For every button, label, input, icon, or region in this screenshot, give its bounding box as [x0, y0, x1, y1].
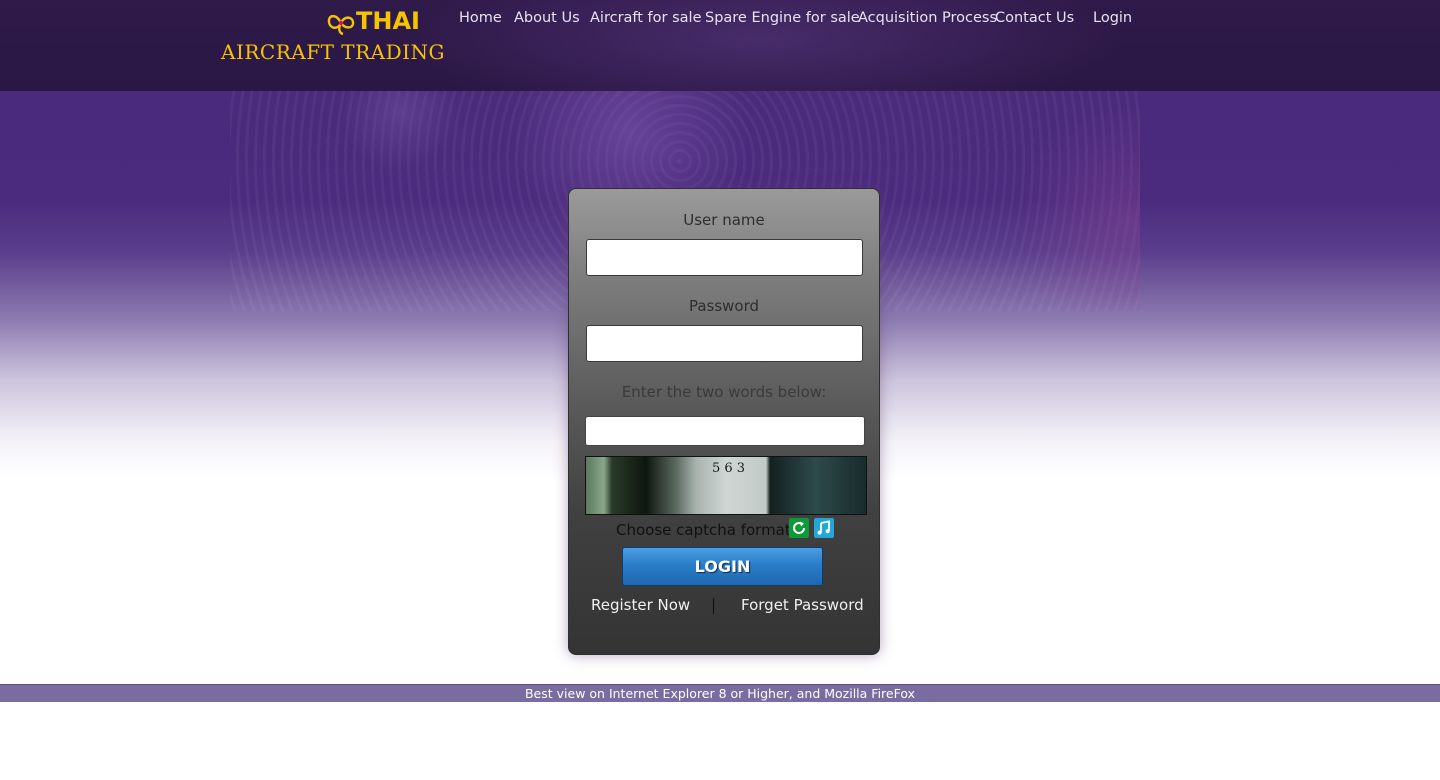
refresh-icon[interactable]	[789, 518, 809, 538]
footer-bar: Best view on Internet Explorer 8 or High…	[0, 684, 1440, 702]
nav-home[interactable]: Home	[459, 10, 502, 26]
nav-aircraft-for-sale[interactable]: Aircraft for sale	[590, 10, 702, 26]
captcha-input[interactable]	[585, 416, 865, 446]
login-panel: User name Password Enter the two words b…	[568, 188, 880, 655]
thai-orchid-logo-icon[interactable]	[326, 10, 356, 36]
audio-icon[interactable]	[814, 518, 834, 538]
captcha-image: 5 6 3	[585, 456, 867, 515]
nav-login[interactable]: Login	[1093, 10, 1132, 26]
nav-spare-engine-for-sale[interactable]: Spare Engine for sale	[705, 10, 860, 26]
username-label: User name	[683, 211, 765, 229]
captcha-format-row: Choose captcha format:	[569, 518, 879, 542]
nav-acquisition-process[interactable]: Acquisition Process	[858, 10, 997, 26]
site-header: THAI AIRCRAFT TRADING Home About Us Airc…	[0, 0, 1440, 91]
username-input[interactable]	[586, 239, 863, 276]
login-button[interactable]: LOGIN	[622, 547, 823, 586]
register-now-link[interactable]: Register Now	[591, 596, 690, 614]
brand-name[interactable]: THAI	[356, 7, 420, 35]
captcha-format-label: Choose captcha format:	[616, 521, 796, 539]
forget-password-link[interactable]: Forget Password	[741, 596, 864, 614]
nav-contact-us[interactable]: Contact Us	[995, 10, 1074, 26]
brand-subtitle[interactable]: AIRCRAFT TRADING	[221, 40, 445, 64]
link-separator: |	[711, 596, 717, 614]
footer-text: Best view on Internet Explorer 8 or High…	[524, 686, 916, 701]
captcha-digits: 5 6 3	[712, 461, 746, 476]
password-label: Password	[688, 297, 760, 315]
nav-about-us[interactable]: About Us	[514, 10, 580, 26]
password-input[interactable]	[586, 325, 863, 362]
captcha-prompt: Enter the two words below:	[621, 383, 827, 401]
